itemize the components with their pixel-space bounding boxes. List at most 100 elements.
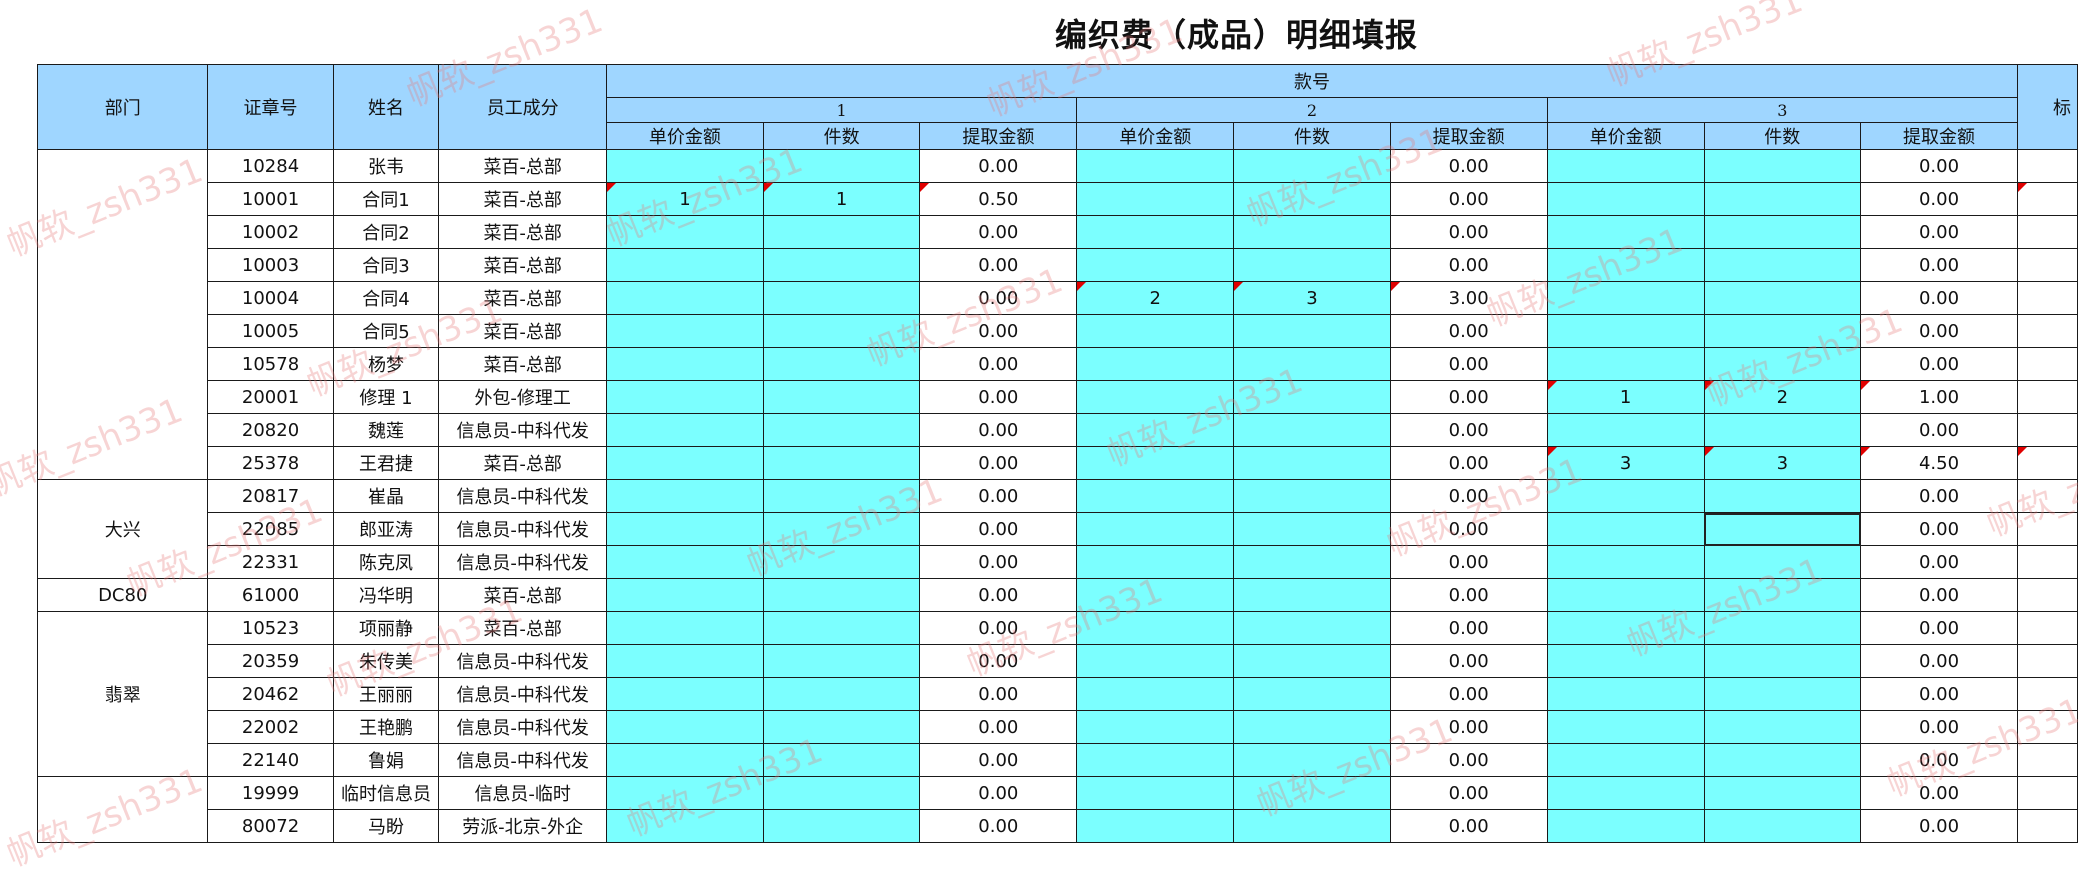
- unit-price-input[interactable]: [605, 281, 764, 315]
- quantity-input[interactable]: [762, 281, 921, 315]
- unit-price-input[interactable]: [605, 578, 764, 612]
- unit-price-input[interactable]: [1546, 809, 1705, 843]
- quantity-input[interactable]: [762, 413, 921, 447]
- quantity-input[interactable]: [1233, 248, 1391, 282]
- unit-price-input[interactable]: [605, 314, 764, 348]
- quantity-input[interactable]: [1703, 644, 1862, 678]
- quantity-input[interactable]: [762, 446, 921, 480]
- quantity-input[interactable]: [1233, 644, 1391, 678]
- quantity-input[interactable]: [1233, 578, 1391, 612]
- unit-price-input[interactable]: [1076, 809, 1235, 843]
- unit-price-input[interactable]: [605, 446, 764, 480]
- quantity-input[interactable]: [1703, 479, 1862, 513]
- quantity-input[interactable]: [1703, 314, 1862, 348]
- unit-price-input[interactable]: [605, 644, 764, 678]
- unit-price-input[interactable]: [1546, 347, 1705, 381]
- quantity-input[interactable]: [1233, 776, 1391, 810]
- quantity-input[interactable]: [762, 347, 921, 381]
- quantity-input[interactable]: [1233, 380, 1391, 414]
- unit-price-input[interactable]: [1546, 578, 1705, 612]
- quantity-input[interactable]: [1703, 809, 1862, 843]
- unit-price-input[interactable]: [1546, 677, 1705, 711]
- quantity-input[interactable]: [762, 314, 921, 348]
- unit-price-input[interactable]: 3: [1546, 446, 1705, 480]
- unit-price-input[interactable]: [605, 479, 764, 513]
- unit-price-input[interactable]: [1546, 743, 1705, 777]
- unit-price-input[interactable]: [1546, 149, 1705, 183]
- quantity-input[interactable]: 3: [1703, 446, 1862, 480]
- quantity-input[interactable]: [1233, 314, 1391, 348]
- quantity-input[interactable]: 3: [1233, 281, 1391, 315]
- unit-price-input[interactable]: [1546, 545, 1705, 579]
- unit-price-input[interactable]: [1076, 182, 1235, 216]
- unit-price-input[interactable]: [605, 743, 764, 777]
- unit-price-input[interactable]: 1: [1546, 380, 1705, 414]
- quantity-input[interactable]: [762, 578, 921, 612]
- quantity-input[interactable]: [1233, 149, 1391, 183]
- unit-price-input[interactable]: [1546, 512, 1705, 546]
- quantity-input[interactable]: [1233, 677, 1391, 711]
- unit-price-input[interactable]: [1076, 677, 1235, 711]
- quantity-input[interactable]: 1: [762, 182, 921, 216]
- unit-price-input[interactable]: [605, 677, 764, 711]
- unit-price-input[interactable]: [605, 347, 764, 381]
- quantity-input[interactable]: [1703, 776, 1862, 810]
- quantity-input[interactable]: [1233, 512, 1391, 546]
- quantity-input[interactable]: [1703, 149, 1862, 183]
- unit-price-input[interactable]: [1076, 611, 1235, 645]
- unit-price-input[interactable]: [1076, 413, 1235, 447]
- quantity-input[interactable]: [762, 512, 921, 546]
- quantity-input[interactable]: [1233, 446, 1391, 480]
- unit-price-input[interactable]: [605, 380, 764, 414]
- unit-price-input[interactable]: [1076, 149, 1235, 183]
- unit-price-input[interactable]: [1076, 776, 1235, 810]
- quantity-input[interactable]: [762, 809, 921, 843]
- quantity-input[interactable]: [762, 644, 921, 678]
- quantity-input[interactable]: [1703, 215, 1862, 249]
- quantity-input[interactable]: [762, 215, 921, 249]
- unit-price-input[interactable]: [1076, 644, 1235, 678]
- quantity-input[interactable]: [1703, 182, 1862, 216]
- unit-price-input[interactable]: [605, 545, 764, 579]
- quantity-input[interactable]: [1703, 611, 1862, 645]
- unit-price-input[interactable]: [1076, 743, 1235, 777]
- quantity-input[interactable]: [1703, 512, 1862, 546]
- quantity-input[interactable]: [1233, 182, 1391, 216]
- quantity-input[interactable]: [1233, 743, 1391, 777]
- unit-price-input[interactable]: [605, 809, 764, 843]
- quantity-input[interactable]: 2: [1703, 380, 1862, 414]
- quantity-input[interactable]: [1233, 413, 1391, 447]
- unit-price-input[interactable]: [605, 248, 764, 282]
- unit-price-input[interactable]: [605, 215, 764, 249]
- unit-price-input[interactable]: [605, 710, 764, 744]
- unit-price-input[interactable]: [1546, 479, 1705, 513]
- unit-price-input[interactable]: [1076, 446, 1235, 480]
- unit-price-input[interactable]: 2: [1076, 281, 1235, 315]
- unit-price-input[interactable]: [1076, 215, 1235, 249]
- unit-price-input[interactable]: [605, 512, 764, 546]
- quantity-input[interactable]: [1233, 545, 1391, 579]
- unit-price-input[interactable]: [1076, 578, 1235, 612]
- quantity-input[interactable]: [762, 611, 921, 645]
- unit-price-input[interactable]: [605, 149, 764, 183]
- unit-price-input[interactable]: [605, 611, 764, 645]
- quantity-input[interactable]: [762, 776, 921, 810]
- quantity-input[interactable]: [762, 677, 921, 711]
- quantity-input[interactable]: [762, 380, 921, 414]
- quantity-input[interactable]: [1703, 710, 1862, 744]
- unit-price-input[interactable]: [605, 776, 764, 810]
- quantity-input[interactable]: [1703, 281, 1862, 315]
- unit-price-input[interactable]: [1546, 611, 1705, 645]
- quantity-input[interactable]: [1233, 215, 1391, 249]
- unit-price-input[interactable]: [1076, 347, 1235, 381]
- quantity-input[interactable]: [762, 545, 921, 579]
- quantity-input[interactable]: [1233, 347, 1391, 381]
- unit-price-input[interactable]: [1546, 776, 1705, 810]
- unit-price-input[interactable]: 1: [605, 182, 764, 216]
- quantity-input[interactable]: [1703, 545, 1862, 579]
- unit-price-input[interactable]: [1076, 545, 1235, 579]
- quantity-input[interactable]: [762, 479, 921, 513]
- unit-price-input[interactable]: [1546, 314, 1705, 348]
- quantity-input[interactable]: [1703, 743, 1862, 777]
- unit-price-input[interactable]: [1546, 281, 1705, 315]
